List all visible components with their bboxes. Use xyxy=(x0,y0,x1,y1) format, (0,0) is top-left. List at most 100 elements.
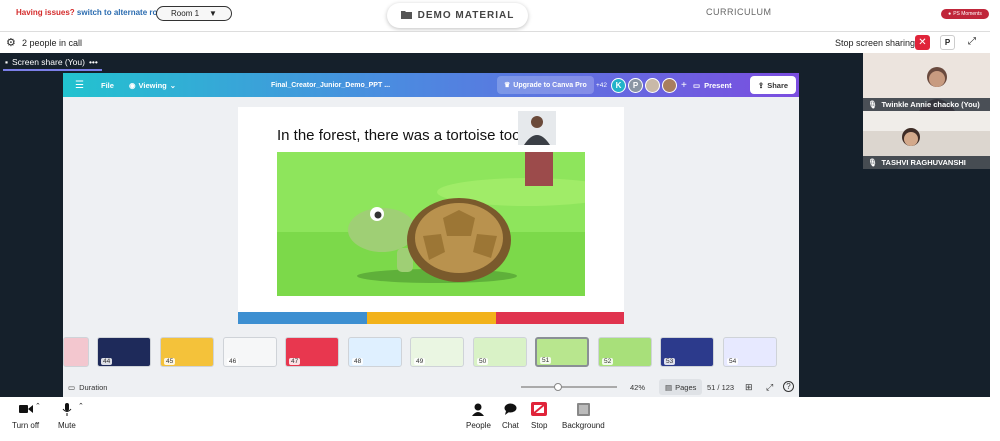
screen-share-label: Screen share (You) xyxy=(12,56,85,67)
call-controls: Turn off ⌃ Mute ⌃ People Chat Stop Backg… xyxy=(0,397,1000,441)
add-icon[interactable]: + xyxy=(681,80,687,91)
caret-down-icon: ▼ xyxy=(209,9,217,18)
viewing-label: Viewing xyxy=(138,80,167,90)
thumbnail-number: 54 xyxy=(727,358,739,365)
stop-sharing-button[interactable]: ✕ xyxy=(915,35,930,50)
viewing-menu[interactable]: ◉ Viewing ⌄ xyxy=(129,73,176,97)
avatar[interactable]: P xyxy=(628,77,644,93)
thumbnail-number: 48 xyxy=(352,358,364,365)
timer-icon: ▭ xyxy=(68,382,76,392)
page-count: 51 / 123 xyxy=(707,382,735,392)
stop-share-icon xyxy=(531,401,548,417)
people-button[interactable]: People xyxy=(466,401,491,430)
top-bar: Having issues? switch to alternate room … xyxy=(0,0,1000,30)
slide-thumbnail[interactable]: 52 xyxy=(598,337,652,367)
pages-icon: ▤ xyxy=(665,382,673,392)
issues-question: Having issues? xyxy=(16,8,75,17)
share-button[interactable]: ⇪ Share xyxy=(750,76,796,94)
slide-thumbnail[interactable]: 46 xyxy=(223,337,277,367)
ps-moments-badge[interactable]: ● PS Moments xyxy=(941,9,989,19)
more-icon[interactable]: ••• xyxy=(89,57,98,67)
forest-scene-image xyxy=(277,152,617,296)
issues-notice: Having issues? switch to alternate room xyxy=(16,8,169,17)
background-label: Background xyxy=(562,421,605,430)
thumbnail-number: 44 xyxy=(101,358,113,365)
slide-title: In the forest, there was a tortoise too! xyxy=(277,127,525,144)
chevron-down-icon[interactable]: ⌃ xyxy=(35,402,41,410)
slide-thumbnail[interactable]: 44 xyxy=(97,337,151,367)
slide-thumbnails: 44 45 46 47 48 49 50 51 52 53 54 xyxy=(63,335,799,369)
slide-thumbnail[interactable]: 53 xyxy=(660,337,714,367)
eye-icon: ◉ xyxy=(129,80,136,90)
color-bar-yellow xyxy=(367,312,496,324)
duration-button[interactable]: ▭ Duration xyxy=(68,377,107,397)
people-icon xyxy=(472,401,485,417)
menu-icon[interactable]: ☰ xyxy=(75,73,84,97)
thumbnail-number: 46 xyxy=(227,358,239,365)
thumbnail-number: 52 xyxy=(602,358,614,365)
avatar[interactable] xyxy=(645,77,661,93)
help-icon[interactable]: ? xyxy=(783,381,794,392)
background-button[interactable]: Background xyxy=(562,401,605,430)
mic-icon: 🎙 xyxy=(868,158,878,167)
slide-thumbnail[interactable] xyxy=(63,337,89,367)
call-header: ⚙ 2 people in call Stop screen sharing ✕… xyxy=(0,31,990,53)
upgrade-label: Upgrade to Canva Pro xyxy=(513,81,587,89)
zoom-level: 42% xyxy=(630,382,646,392)
people-count: 2 people in call xyxy=(22,38,83,48)
chevron-down-icon: ⌄ xyxy=(169,80,177,90)
slide-thumbnail[interactable]: 47 xyxy=(285,337,339,367)
chat-icon xyxy=(504,401,517,417)
slide-thumbnail[interactable]: 49 xyxy=(410,337,464,367)
upgrade-button[interactable]: ♛ Upgrade to Canva Pro xyxy=(497,76,594,94)
gear-icon[interactable]: ⚙ xyxy=(6,36,16,49)
screen-share-tab[interactable]: ▪ Screen share (You) ••• xyxy=(3,56,102,71)
slide-thumbnail-active[interactable]: 51 xyxy=(535,337,589,367)
slide-thumbnail[interactable]: 50 xyxy=(473,337,527,367)
expand-icon[interactable]: ⤢ xyxy=(968,36,976,47)
background-icon xyxy=(576,401,590,417)
participant-name: 🎙 TASHVI RAGHUVANSHI xyxy=(863,156,990,169)
chevron-down-icon[interactable]: ⌃ xyxy=(78,402,84,410)
p-button[interactable]: P xyxy=(940,35,955,50)
stop-share-button[interactable]: Stop xyxy=(531,401,547,430)
participant-name-label: Twinkle Annie chacko (You) xyxy=(881,100,980,109)
room-label: Room 1 xyxy=(171,9,200,18)
ps-moments-label: PS Moments xyxy=(953,11,982,17)
room-selector[interactable]: Room 1 ▼ xyxy=(156,6,232,21)
mute-label: Mute xyxy=(58,421,76,430)
stop-sharing-label: Stop screen sharing xyxy=(835,38,916,48)
participant-tile[interactable]: 🎙 TASHVI RAGHUVANSHI xyxy=(863,111,990,169)
monitor-icon: ▪ xyxy=(5,56,9,67)
document-name[interactable]: Final_Creator_Junior_Demo_PPT ... xyxy=(271,73,390,97)
participant-name: 🎙 Twinkle Annie chacko (You) xyxy=(863,98,990,111)
zoom-slider-track[interactable] xyxy=(521,386,617,388)
file-menu[interactable]: File xyxy=(101,73,114,97)
thumbnail-number: 51 xyxy=(540,357,552,364)
participant-tile[interactable]: 🎙 Twinkle Annie chacko (You) xyxy=(863,53,990,111)
demo-material-label: DEMO MATERIAL xyxy=(417,10,515,21)
thumbnail-number: 45 xyxy=(164,358,176,365)
slide-thumbnail[interactable]: 54 xyxy=(723,337,777,367)
video-camera-icon xyxy=(18,401,33,417)
thumbnail-number: 47 xyxy=(289,358,301,365)
collaborators: +42 K P + xyxy=(596,73,687,97)
chat-button[interactable]: Chat xyxy=(502,401,519,430)
slide-thumbnail[interactable]: 45 xyxy=(160,337,214,367)
present-button[interactable]: ▭ Present xyxy=(693,73,732,97)
thumbnail-number: 49 xyxy=(414,358,426,365)
avatar[interactable] xyxy=(662,77,678,93)
fullscreen-icon[interactable]: ⤢ xyxy=(766,377,773,397)
folder-icon xyxy=(400,10,412,22)
grid-view-icon[interactable]: ⊞ xyxy=(745,377,753,397)
chat-label: Chat xyxy=(502,421,519,430)
mute-button[interactable]: Mute xyxy=(58,401,76,430)
demo-material-button[interactable]: DEMO MATERIAL xyxy=(387,3,528,28)
pages-button[interactable]: ▤ Pages xyxy=(659,379,703,395)
curriculum-tab[interactable]: CURRICULUM xyxy=(706,7,772,17)
people-label: People xyxy=(466,421,491,430)
avatar[interactable]: K xyxy=(611,77,627,93)
slide-thumbnail[interactable]: 48 xyxy=(348,337,402,367)
collaborator-count[interactable]: +42 xyxy=(596,82,607,89)
zoom-slider-handle[interactable] xyxy=(554,383,562,391)
